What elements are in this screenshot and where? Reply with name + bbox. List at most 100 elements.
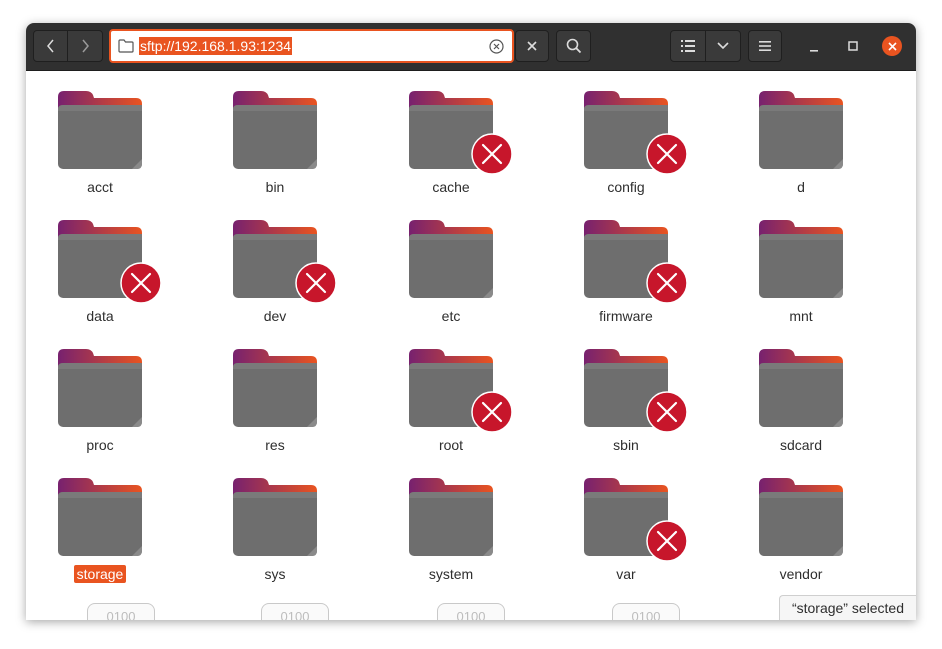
navigation-buttons <box>33 30 103 62</box>
back-button[interactable] <box>33 30 68 62</box>
folder-icon <box>58 478 142 556</box>
file-name-text: vendor <box>779 566 823 582</box>
file-item-proc[interactable]: proc <box>26 329 195 453</box>
folder-icon <box>233 349 317 427</box>
file-name-label: root <box>356 437 546 453</box>
file-name-text: var <box>616 566 636 582</box>
file-name-text: sbin <box>613 437 639 453</box>
search-icon <box>566 38 581 54</box>
file-item-mnt[interactable]: mnt <box>706 200 896 324</box>
file-name-label: sbin <box>531 437 721 453</box>
file-name-label: bin <box>180 179 370 195</box>
file-name-label: dev <box>180 308 370 324</box>
minimize-button[interactable] <box>804 37 824 57</box>
chevron-right-icon <box>82 39 89 53</box>
maximize-icon <box>848 41 858 51</box>
partial-file-item[interactable]: 0100 <box>87 603 155 620</box>
file-name-label: data <box>26 308 195 324</box>
file-name-label: var <box>531 566 721 582</box>
status-label: “storage” selected <box>778 595 916 620</box>
file-name-text: cache <box>432 179 470 195</box>
file-item-firmware[interactable]: firmware <box>531 200 721 324</box>
partial-file-item[interactable]: 0100 <box>612 603 680 620</box>
file-item-res[interactable]: res <box>180 329 370 453</box>
folder-icon <box>759 91 843 169</box>
file-name-label: proc <box>26 437 195 453</box>
folder-icon <box>759 349 843 427</box>
file-item-config[interactable]: config <box>531 71 721 195</box>
file-name-text: d <box>797 179 805 195</box>
file-name-label: config <box>531 179 721 195</box>
clear-circle-icon[interactable] <box>489 39 504 54</box>
maximize-button[interactable] <box>843 36 863 56</box>
folder-icon <box>58 91 142 169</box>
file-grid: acct bin cache config d data dev etc firmware mnt… <box>26 71 916 620</box>
file-name-label: sdcard <box>706 437 896 453</box>
partial-file-item[interactable]: 0100 <box>261 603 329 620</box>
folder-icon <box>759 220 843 298</box>
unreadable-x-badge-icon <box>295 262 337 304</box>
folder-icon <box>409 478 493 556</box>
partial-file-item[interactable]: 0100 <box>437 603 505 620</box>
file-name-text: sys <box>264 566 286 582</box>
unreadable-x-badge-icon <box>120 262 162 304</box>
file-item-cache[interactable]: cache <box>356 71 546 195</box>
unreadable-x-badge-icon <box>646 520 688 562</box>
chevron-down-icon <box>717 42 729 50</box>
file-item-system[interactable]: system <box>356 458 546 582</box>
view-options-button[interactable] <box>705 30 741 62</box>
window-close-icon <box>887 41 897 51</box>
file-item-sys[interactable]: sys <box>180 458 370 582</box>
file-name-text: data <box>86 308 114 324</box>
file-item-root[interactable]: root <box>356 329 546 453</box>
file-name-label: cache <box>356 179 546 195</box>
close-location-button[interactable] <box>515 30 549 62</box>
folder-icon <box>409 220 493 298</box>
file-name-text: system <box>428 566 474 582</box>
chevron-left-icon <box>46 39 54 53</box>
forward-button[interactable] <box>67 30 103 62</box>
list-view-button[interactable] <box>670 30 706 62</box>
file-name-text: bin <box>265 179 285 195</box>
file-item-sdcard[interactable]: sdcard <box>706 329 896 453</box>
unreadable-x-badge-icon <box>471 391 513 433</box>
file-name-label: firmware <box>531 308 721 324</box>
file-item-data[interactable]: data <box>26 200 195 324</box>
file-name-text: mnt <box>789 308 813 324</box>
location-bar[interactable]: sftp://192.168.1.93:1234 <box>109 29 514 63</box>
file-item-sbin[interactable]: sbin <box>531 329 721 453</box>
file-name-label: storage <box>26 565 195 583</box>
file-name-label: sys <box>180 566 370 582</box>
file-item-dev[interactable]: dev <box>180 200 370 324</box>
unreadable-x-badge-icon <box>646 391 688 433</box>
file-name-label: mnt <box>706 308 896 324</box>
close-icon <box>527 41 537 51</box>
folder-icon <box>759 478 843 556</box>
main-menu-button[interactable] <box>748 30 782 62</box>
file-name-label: res <box>180 437 370 453</box>
folder-icon <box>233 91 317 169</box>
file-name-text: etc <box>441 308 461 324</box>
unreadable-x-badge-icon <box>646 262 688 304</box>
search-button[interactable] <box>556 30 591 62</box>
header-bar: sftp://192.168.1.93:1234 <box>26 23 916 71</box>
minimize-icon <box>810 50 818 52</box>
file-name-text: sdcard <box>779 437 823 453</box>
folder-icon <box>233 478 317 556</box>
hamburger-menu-icon <box>759 41 771 51</box>
file-manager-window: sftp://192.168.1.93:1234 acct bin cache con… <box>26 23 916 620</box>
file-name-text: firmware <box>599 308 653 324</box>
file-item-d[interactable]: d <box>706 71 896 195</box>
file-item-storage[interactable]: storage <box>26 458 195 583</box>
file-item-acct[interactable]: acct <box>26 71 195 195</box>
file-item-vendor[interactable]: vendor <box>706 458 896 582</box>
file-name-text: proc <box>86 437 114 453</box>
window-close-button[interactable] <box>882 36 902 56</box>
file-name-label: acct <box>26 179 195 195</box>
file-item-etc[interactable]: etc <box>356 200 546 324</box>
file-name-text: dev <box>263 308 287 324</box>
file-item-bin[interactable]: bin <box>180 71 370 195</box>
file-item-var[interactable]: var <box>531 458 721 582</box>
location-url[interactable]: sftp://192.168.1.93:1234 <box>139 37 293 55</box>
file-name-text: config <box>607 179 645 195</box>
